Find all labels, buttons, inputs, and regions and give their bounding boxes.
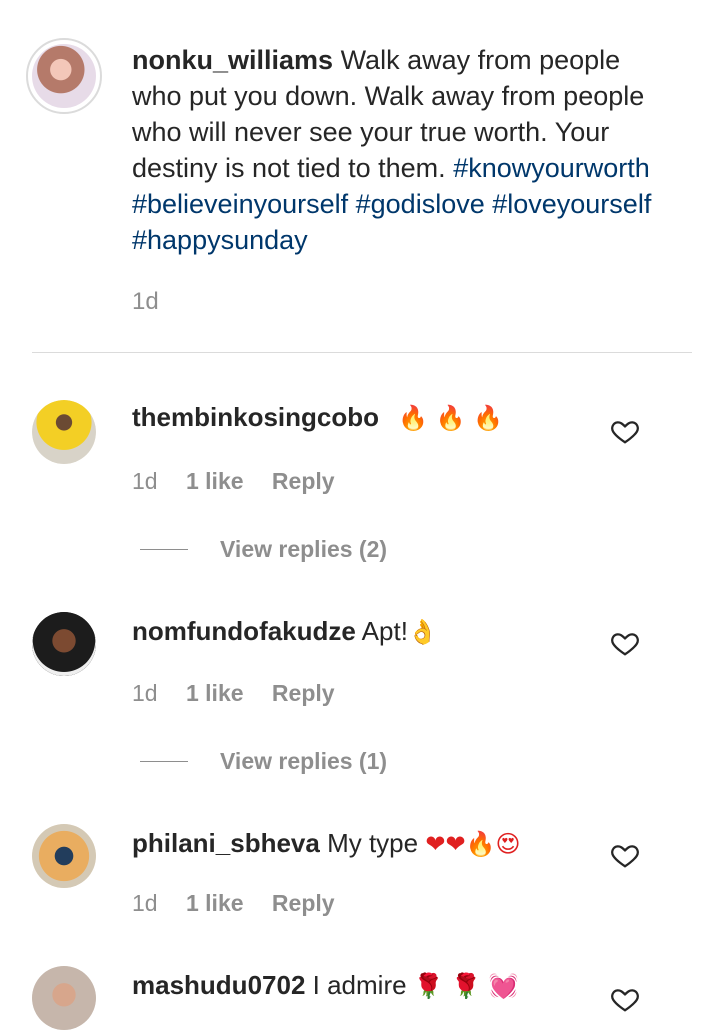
- comment-text: mashudu0702 I admire 🌹 🌹 💓: [132, 968, 519, 1003]
- comment-avatar[interactable]: [32, 400, 96, 464]
- comment-username[interactable]: thembinkosingcobo: [132, 402, 379, 432]
- replies-line: [140, 549, 188, 550]
- post-author-username[interactable]: nonku_williams: [132, 45, 333, 75]
- heart-outline-icon[interactable]: [610, 840, 640, 870]
- view-replies-label: View replies (1): [220, 748, 388, 774]
- comment-avatar[interactable]: [32, 966, 96, 1030]
- avatar-image: [32, 966, 96, 1030]
- comment-text: thembinkosingcobo 🔥 🔥 🔥: [132, 400, 503, 435]
- view-replies-button[interactable]: View replies (1): [140, 748, 387, 775]
- post-time: 1d: [132, 288, 159, 315]
- avatar-image: [32, 400, 96, 464]
- comment-username[interactable]: mashudu0702: [132, 970, 305, 1000]
- reply-button[interactable]: Reply: [272, 890, 335, 916]
- comment-time: 1d: [132, 680, 158, 706]
- reply-button[interactable]: Reply: [272, 468, 335, 494]
- comment-body: I admire: [312, 970, 407, 1000]
- replies-line: [140, 761, 188, 762]
- comment-avatar[interactable]: [32, 612, 96, 676]
- heart-outline-icon[interactable]: [610, 628, 640, 658]
- reply-button[interactable]: Reply: [272, 680, 335, 706]
- comment-likes[interactable]: 1 like: [186, 680, 244, 706]
- comment-meta: 1d 1 like Reply: [132, 890, 357, 917]
- post-author-avatar[interactable]: [26, 38, 102, 114]
- comment-meta: 1d 1 like Reply: [132, 468, 357, 495]
- fire-emoji: 🔥 🔥 🔥: [398, 404, 504, 432]
- comment-time: 1d: [132, 890, 158, 916]
- comment-body: Apt!: [361, 616, 408, 646]
- ok-hand-emoji: 👌: [407, 618, 438, 646]
- view-replies-button[interactable]: View replies (2): [140, 536, 387, 563]
- avatar-image: [32, 44, 96, 108]
- comment-username[interactable]: nomfundofakudze: [132, 616, 356, 646]
- comment-likes[interactable]: 1 like: [186, 468, 244, 494]
- comment-meta: 1d 1 like Reply: [132, 680, 357, 707]
- post-caption: nonku_williams Walk away from people who…: [132, 42, 672, 258]
- view-replies-label: View replies (2): [220, 536, 388, 562]
- roses-heart-emoji: 🌹 🌹 💓: [413, 972, 519, 1000]
- comment-likes[interactable]: 1 like: [186, 890, 244, 916]
- comment-username[interactable]: philani_sbheva: [132, 828, 320, 858]
- heart-outline-icon[interactable]: [610, 984, 640, 1014]
- comment-avatar[interactable]: [32, 824, 96, 888]
- caption-divider: [32, 352, 692, 353]
- comment-body: My type: [327, 828, 419, 858]
- comment-time: 1d: [132, 468, 158, 494]
- avatar-image: [32, 824, 96, 888]
- hearts-fire-heart-eyes-emoji: ❤❤🔥😍: [425, 830, 521, 858]
- avatar-image: [32, 612, 96, 676]
- heart-outline-icon[interactable]: [610, 416, 640, 446]
- comment-text: philani_sbheva My type ❤❤🔥😍: [132, 826, 520, 861]
- comment-text: nomfundofakudze Apt!👌: [132, 614, 438, 649]
